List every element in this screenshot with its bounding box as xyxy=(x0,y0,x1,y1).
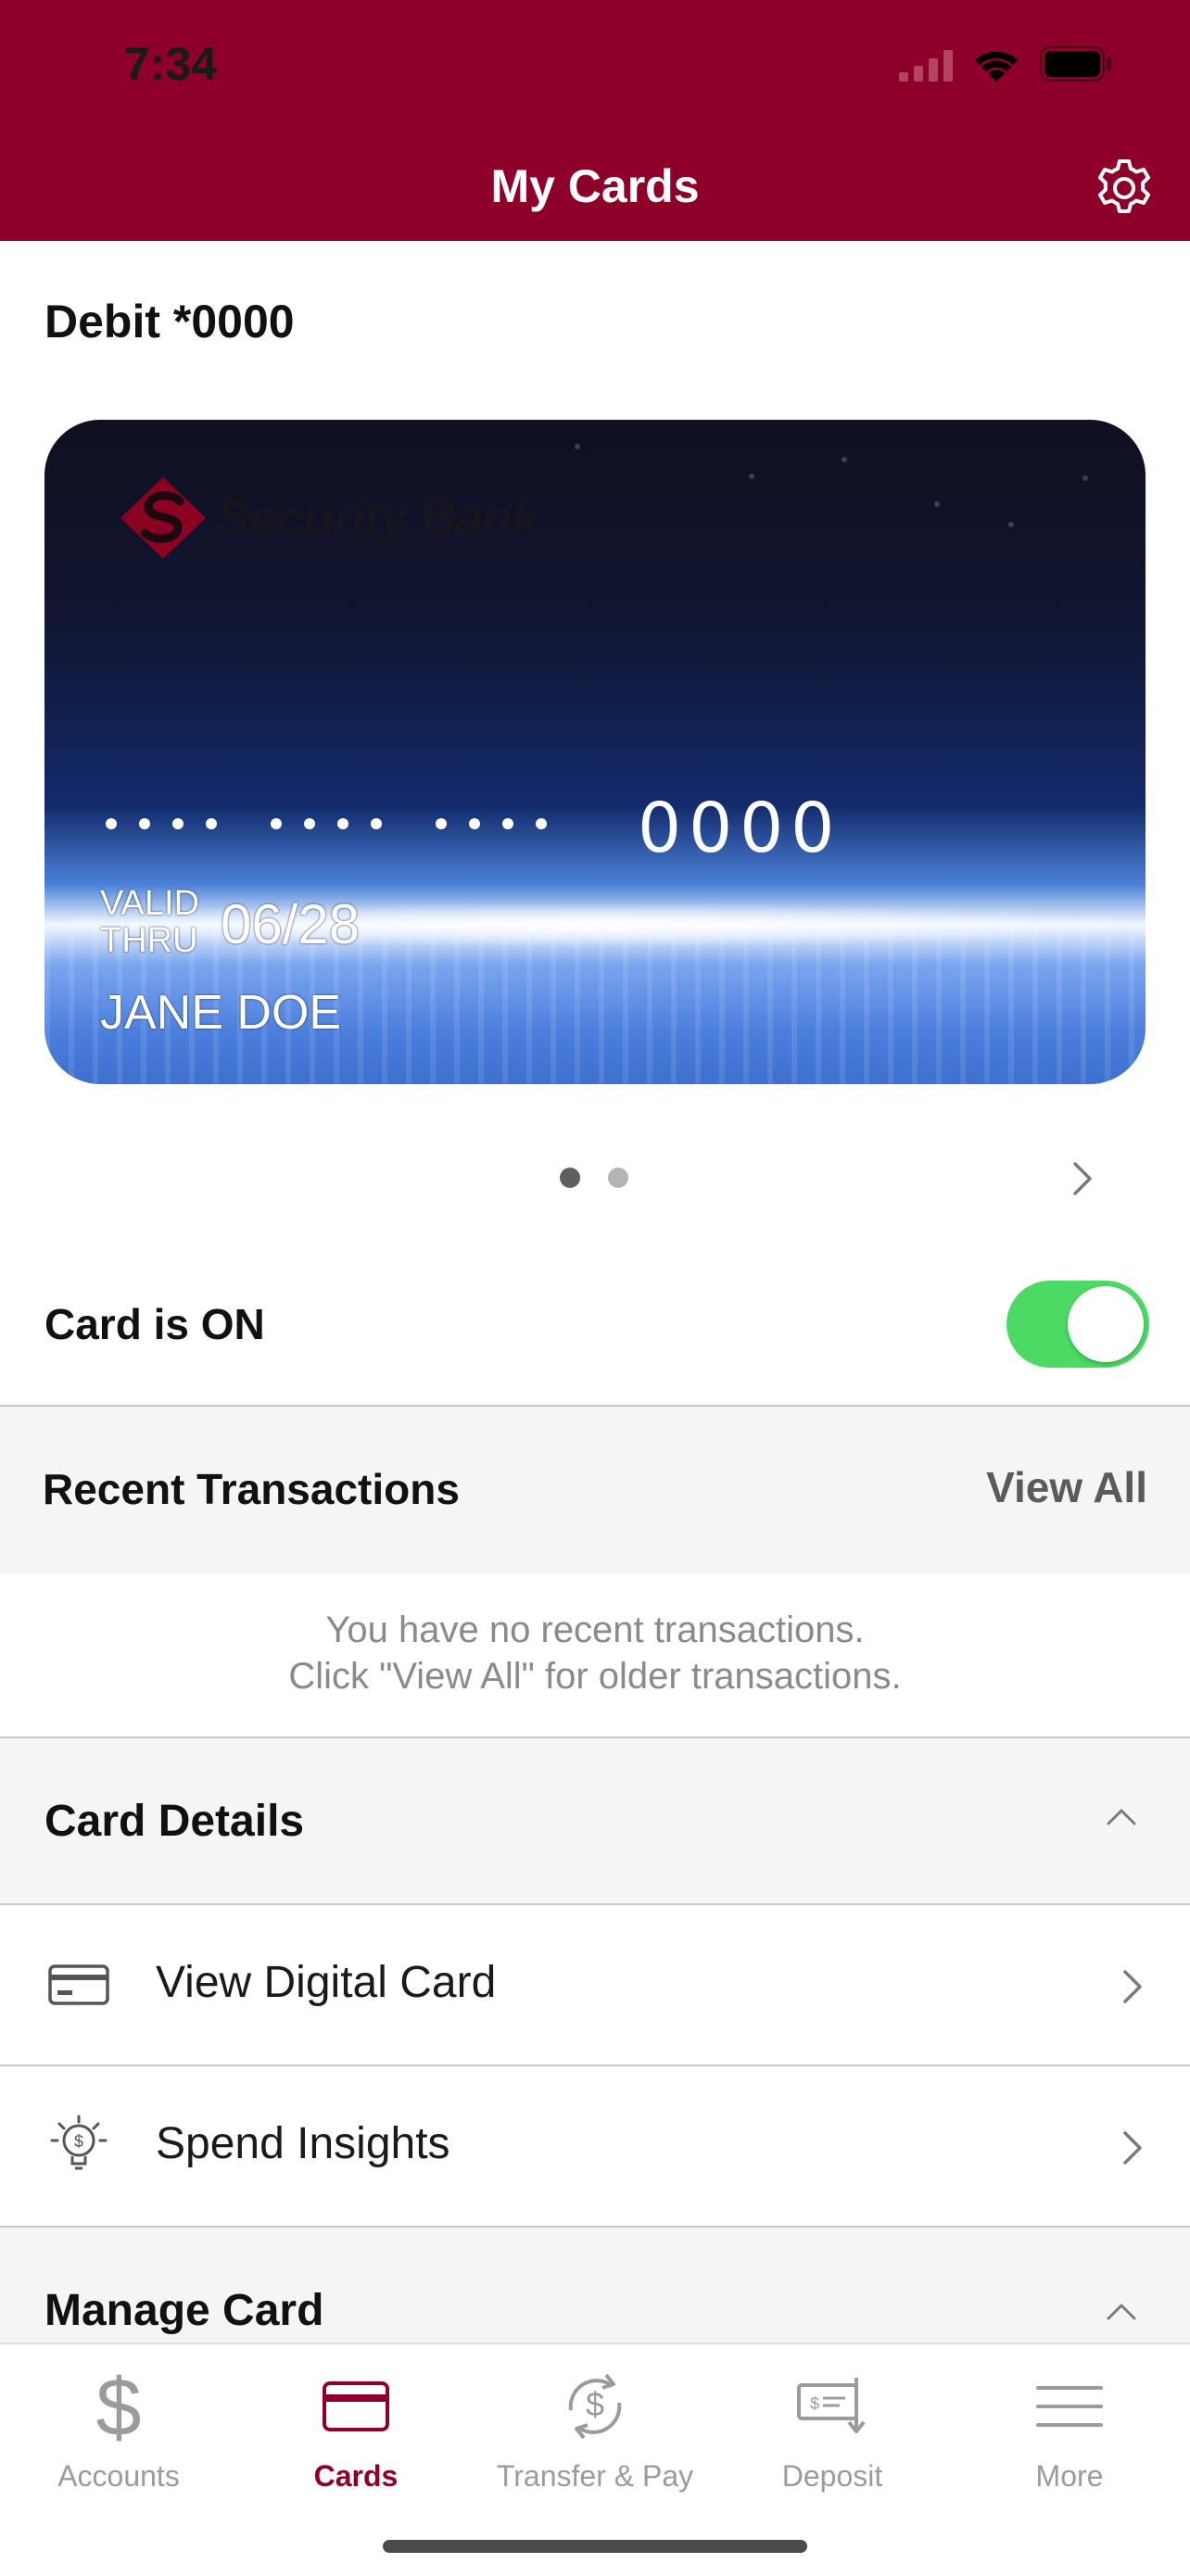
security-bank-logo-icon xyxy=(120,477,206,559)
view-digital-card-row[interactable]: View Digital Card xyxy=(0,1905,1190,2066)
menu-icon xyxy=(1036,2386,1103,2427)
spend-insights-label: Spend Insights xyxy=(156,2119,450,2168)
no-transactions-message: You have no recent transactions. Click "… xyxy=(0,1573,1190,1738)
home-indicator xyxy=(383,2540,807,2553)
manage-card-title: Manage Card xyxy=(44,2286,324,2335)
card-last4: 0000 xyxy=(638,789,842,868)
check-deposit-icon: $ xyxy=(797,2378,866,2433)
bank-logo: Security Bank xyxy=(117,474,539,562)
tab-deposit[interactable]: $ Deposit xyxy=(714,2355,951,2494)
credit-card-icon xyxy=(48,1964,109,2005)
view-all-link[interactable]: View All xyxy=(986,1462,1147,1512)
tab-cards-label: Cards xyxy=(313,2459,399,2493)
card-icon xyxy=(323,2381,389,2431)
chevron-right-icon xyxy=(1073,1162,1092,1195)
card-expiry: 06/28 xyxy=(221,893,361,955)
recent-transactions-title: Recent Transactions xyxy=(43,1465,460,1513)
svg-text:$: $ xyxy=(74,2132,83,2151)
card-status-row: Card is ON xyxy=(0,1242,1190,1407)
valid-thru-label: VALID THRU xyxy=(100,884,200,960)
cellular-signal-icon xyxy=(899,50,953,82)
manage-card-header[interactable]: Manage Card xyxy=(0,2228,1190,2342)
wifi-icon xyxy=(975,51,1018,82)
recent-transactions-header: Recent Transactions View All xyxy=(0,1407,1190,1573)
dollar-icon: $ xyxy=(96,2365,142,2448)
masked-card-number xyxy=(106,818,547,829)
tab-accounts[interactable]: $ Accounts xyxy=(0,2355,237,2494)
spend-insights-row[interactable]: $ Spend Insights xyxy=(0,2066,1190,2228)
nav-header: My Cards xyxy=(0,139,1190,241)
tab-bar: $ Accounts Cards $ Transfer & Pay $ Depo… xyxy=(0,2342,1190,2576)
card-pager[interactable] xyxy=(560,1168,628,1188)
battery-icon xyxy=(1040,46,1111,82)
tab-more[interactable]: More xyxy=(951,2355,1188,2494)
svg-text:$: $ xyxy=(96,2365,142,2448)
view-digital-card-label: View Digital Card xyxy=(156,1958,497,2007)
lightbulb-dollar-icon: $ xyxy=(50,2115,108,2170)
card-details-title: Card Details xyxy=(44,1797,305,1846)
next-card-button[interactable] xyxy=(1064,1158,1101,1199)
gear-icon xyxy=(1098,159,1150,213)
chevron-right-icon xyxy=(1123,1970,1142,2003)
card-on-toggle[interactable] xyxy=(1006,1281,1149,1368)
chevron-right-icon xyxy=(1123,2131,1142,2165)
transfer-icon: $ xyxy=(568,2373,622,2440)
empty-message-line2: Click "View All" for older transactions. xyxy=(288,1656,902,1697)
tab-transfer-pay-label: Transfer & Pay xyxy=(496,2459,694,2493)
chevron-up-icon xyxy=(1107,1809,1136,1825)
pager-dot[interactable] xyxy=(608,1168,628,1188)
card-status-label: Card is ON xyxy=(44,1300,265,1348)
card-holder-name: JANE DOE xyxy=(100,986,342,1040)
card-details-header[interactable]: Card Details xyxy=(0,1738,1190,1905)
pager-dot-active[interactable] xyxy=(560,1168,580,1188)
bank-name: Security Bank xyxy=(217,490,539,546)
debit-card-image[interactable]: Security Bank 0000 VALID THRU 06/28 JANE… xyxy=(44,420,1146,1084)
tab-accounts-label: Accounts xyxy=(57,2459,180,2493)
tab-cards[interactable]: Cards xyxy=(237,2355,475,2494)
tab-transfer-pay[interactable]: $ Transfer & Pay xyxy=(476,2355,714,2494)
svg-text:$: $ xyxy=(586,2385,604,2423)
card-name: Debit *0000 xyxy=(44,296,295,347)
tab-more-label: More xyxy=(1035,2459,1104,2493)
empty-message-line1: You have no recent transactions. xyxy=(325,1610,865,1650)
settings-button[interactable] xyxy=(1092,156,1157,221)
page-title: My Cards xyxy=(490,160,700,212)
tab-deposit-label: Deposit xyxy=(781,2459,883,2493)
svg-text:$: $ xyxy=(810,2394,819,2413)
status-icons xyxy=(899,46,1112,82)
status-bar: 7:34 xyxy=(0,0,1190,139)
chevron-up-icon xyxy=(1107,2304,1136,2320)
status-time: 7:34 xyxy=(124,38,218,90)
